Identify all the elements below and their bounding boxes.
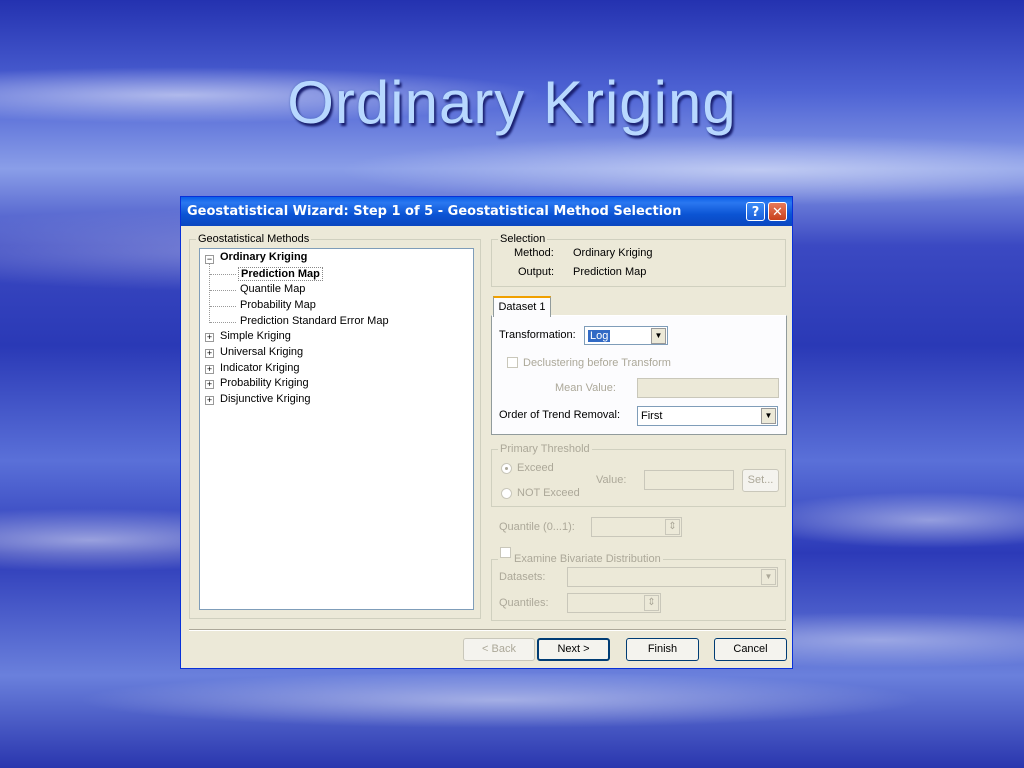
not-exceed-radio[interactable]	[501, 488, 512, 499]
tree-line	[210, 306, 236, 307]
quantile-input[interactable]: ⇕	[591, 517, 682, 537]
method-value: Ordinary Kriging	[573, 247, 653, 259]
quantiles-input[interactable]: ⇕	[567, 593, 661, 613]
close-icon: ✕	[772, 205, 783, 220]
tree-item-indicator-kriging[interactable]: Indicator Kriging	[220, 362, 300, 374]
tree-line	[210, 322, 236, 323]
primary-threshold-label: Primary Threshold	[500, 443, 590, 455]
expand-icon[interactable]: +	[205, 349, 214, 358]
expand-icon[interactable]: +	[205, 365, 214, 374]
declustering-label: Declustering before Transform	[523, 357, 671, 369]
chevron-down-icon[interactable]: ▼	[761, 408, 776, 424]
tree-item-prediction-std-error-map[interactable]: Prediction Standard Error Map	[240, 315, 389, 327]
selection-group: Selection	[491, 233, 786, 287]
declustering-checkbox[interactable]	[507, 357, 518, 368]
collapse-icon[interactable]: −	[205, 255, 214, 264]
transformation-select[interactable]: Log ▼	[584, 326, 668, 345]
bivariate-label: Examine Bivariate Distribution	[514, 553, 661, 565]
trend-removal-select[interactable]: First ▼	[637, 406, 778, 426]
cancel-button[interactable]: Cancel	[714, 638, 787, 661]
tree-item-probability-kriging[interactable]: Probability Kriging	[220, 377, 309, 389]
expand-icon[interactable]: +	[205, 380, 214, 389]
selection-group-label: Selection	[500, 233, 546, 245]
chevron-down-icon[interactable]: ▼	[651, 328, 666, 344]
threshold-value-label: Value:	[596, 474, 627, 486]
tree-line	[210, 290, 236, 291]
not-exceed-label: NOT Exceed	[517, 487, 580, 499]
tree-line	[210, 274, 236, 275]
tree-item-ordinary-kriging[interactable]: Ordinary Kriging	[220, 251, 307, 263]
datasets-label: Datasets:	[499, 571, 546, 583]
mean-value-input[interactable]	[637, 378, 779, 398]
datasets-select[interactable]: ▼	[567, 567, 778, 587]
expand-icon[interactable]: +	[205, 333, 214, 342]
tree-item-probability-map[interactable]: Probability Map	[240, 299, 316, 311]
back-button[interactable]: < Back	[463, 638, 535, 661]
chevron-down-icon[interactable]: ▼	[761, 569, 776, 585]
set-button[interactable]: Set...	[742, 469, 779, 492]
help-icon: ?	[751, 205, 760, 220]
geostatistical-wizard-dialog: Geostatistical Wizard: Step 1 of 5 - Geo…	[180, 196, 793, 669]
help-button[interactable]: ?	[746, 202, 765, 221]
quantile-label: Quantile (0...1):	[499, 521, 575, 533]
threshold-value-input[interactable]	[644, 470, 734, 490]
expand-icon[interactable]: +	[205, 396, 214, 405]
slide-title: Ordinary Kriging	[287, 69, 737, 136]
separator	[189, 629, 786, 631]
method-label: Method:	[514, 247, 554, 259]
tree-item-prediction-map[interactable]: Prediction Map	[238, 267, 323, 281]
exceed-label: Exceed	[517, 462, 554, 474]
dialog-title: Geostatistical Wizard: Step 1 of 5 - Geo…	[187, 204, 682, 219]
exceed-radio[interactable]	[501, 463, 512, 474]
trend-removal-label: Order of Trend Removal:	[499, 409, 621, 421]
tree-item-simple-kriging[interactable]: Simple Kriging	[220, 330, 291, 342]
tab-dataset-1[interactable]: Dataset 1	[493, 296, 551, 317]
close-button[interactable]: ✕	[768, 202, 787, 221]
output-value: Prediction Map	[573, 266, 647, 278]
bivariate-checkbox[interactable]	[500, 547, 511, 558]
methods-tree[interactable]: − Ordinary Kriging Prediction Map Quanti…	[199, 248, 474, 610]
spinner-icon[interactable]: ⇕	[644, 595, 659, 611]
finish-button[interactable]: Finish	[626, 638, 699, 661]
dialog-titlebar[interactable]: Geostatistical Wizard: Step 1 of 5 - Geo…	[181, 197, 792, 226]
output-label: Output:	[518, 266, 555, 278]
next-button[interactable]: Next >	[537, 638, 610, 661]
tree-item-quantile-map[interactable]: Quantile Map	[240, 283, 305, 295]
tree-item-disjunctive-kriging[interactable]: Disjunctive Kriging	[220, 393, 310, 405]
tree-line	[209, 264, 210, 323]
spinner-icon[interactable]: ⇕	[665, 519, 680, 535]
quantiles-label: Quantiles:	[499, 597, 549, 609]
mean-value-label: Mean Value:	[555, 382, 616, 394]
tree-item-universal-kriging[interactable]: Universal Kriging	[220, 346, 303, 358]
trend-removal-value: First	[641, 410, 663, 422]
transformation-label: Transformation:	[499, 329, 576, 341]
methods-group-label: Geostatistical Methods	[198, 233, 310, 245]
transformation-value: Log	[588, 330, 611, 342]
